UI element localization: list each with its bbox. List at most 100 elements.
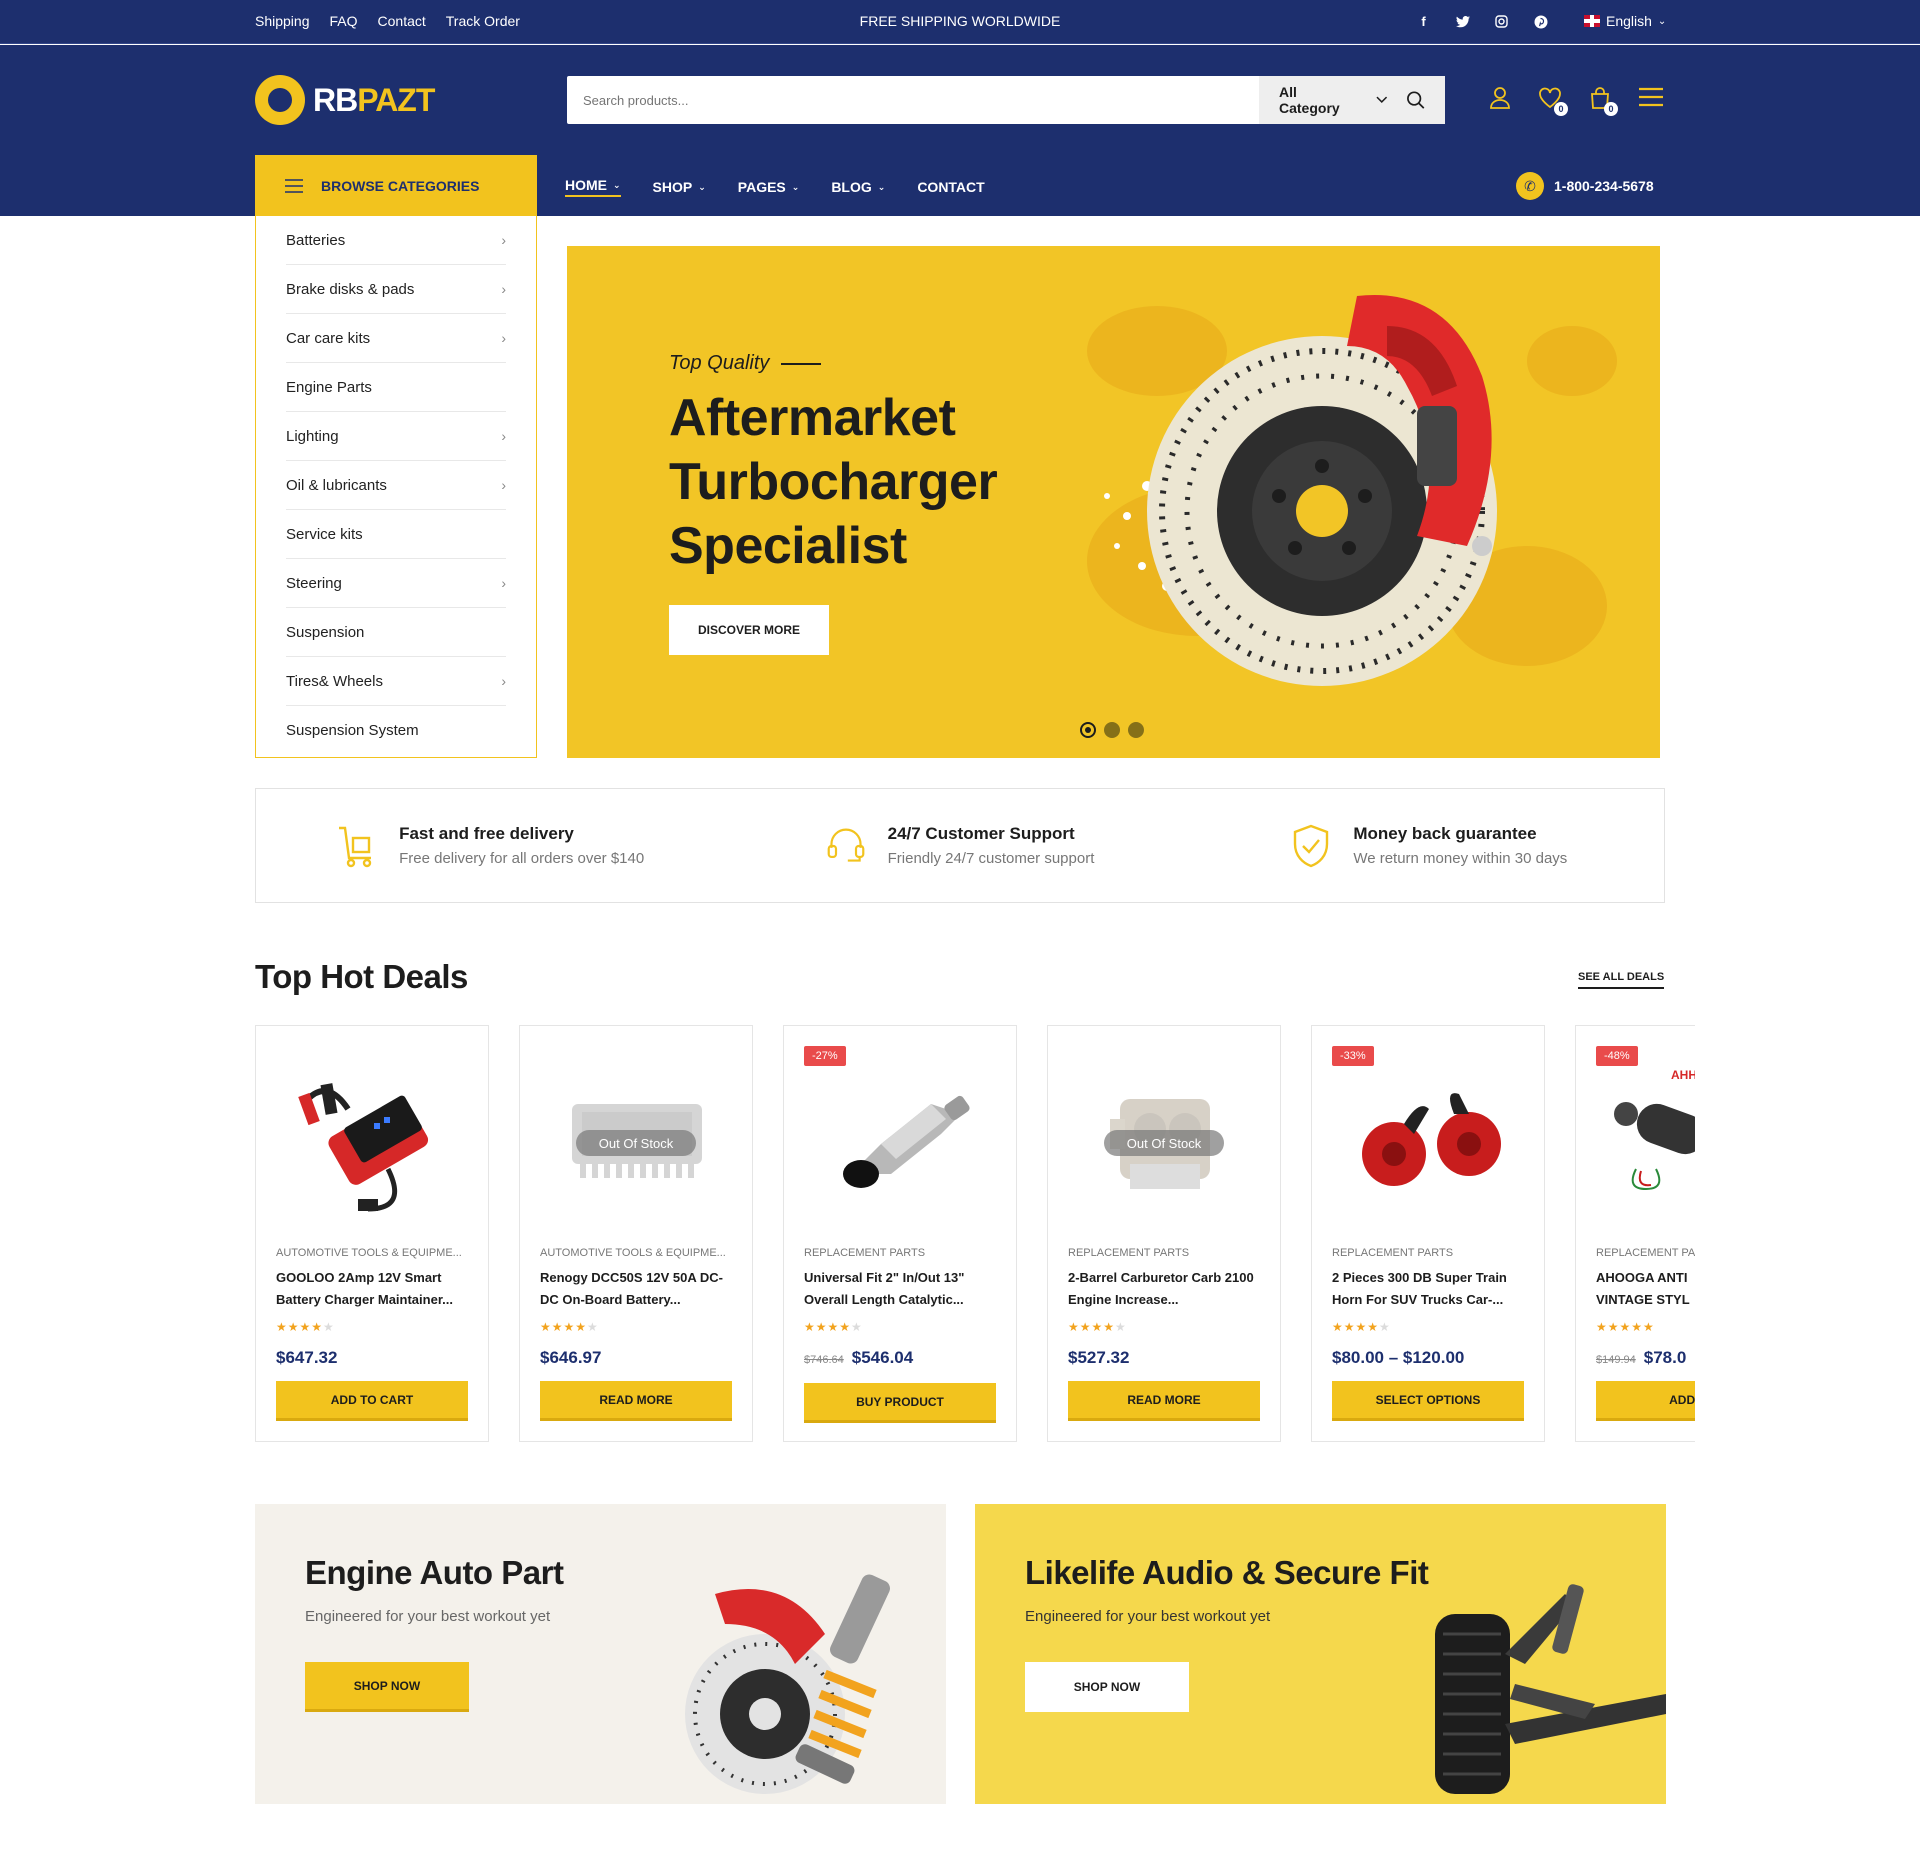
slide-dot-1[interactable] xyxy=(1080,722,1096,738)
chevron-down-icon: ⌄ xyxy=(877,181,886,192)
twitter-icon[interactable] xyxy=(1453,12,1472,31)
product-image[interactable] xyxy=(1596,1046,1695,1231)
banner-subtitle: Engineered for your best workout yet xyxy=(305,1608,551,1625)
nav-link-pages[interactable]: PAGES ⌄ xyxy=(738,177,800,197)
product-price: $647.32 xyxy=(276,1348,338,1367)
product-image[interactable] xyxy=(1332,1046,1526,1231)
star-empty-icon: ★ xyxy=(1379,1320,1391,1334)
horns-image xyxy=(1362,1092,1501,1186)
product-card[interactable]: -27% REPLACEMENT PARTS Universal Fit 2" … xyxy=(783,1025,1017,1442)
category-item[interactable]: Brake disks & pads › xyxy=(286,265,506,314)
nav-link-pages-label: PAGES xyxy=(737,179,786,195)
buy-product-button[interactable]: BUY PRODUCT xyxy=(804,1383,996,1423)
sale-badge: -33% xyxy=(1332,1046,1374,1066)
wishlist-count-badge: 0 xyxy=(1554,102,1568,116)
category-item[interactable]: Service kits xyxy=(286,510,506,559)
category-item[interactable]: Oil & lubricants › xyxy=(286,461,506,510)
category-item[interactable]: Steering › xyxy=(286,559,506,608)
category-select-label: All Category xyxy=(1279,84,1340,116)
star-half-icon: ★ xyxy=(311,1320,324,1334)
top-link-faq[interactable]: FAQ xyxy=(330,13,358,29)
promo-banner-engine: Engine Auto Part Engineered for your bes… xyxy=(255,1504,946,1804)
read-more-button[interactable]: READ MORE xyxy=(1068,1381,1260,1421)
feature-text: We return money within 30 days xyxy=(1353,850,1568,867)
shop-now-button[interactable]: SHOP NOW xyxy=(305,1662,469,1712)
category-item[interactable]: Car care kits › xyxy=(286,314,506,363)
top-link-shipping[interactable]: Shipping xyxy=(255,13,310,29)
add-to-cart-button[interactable]: ADD TO xyxy=(1596,1381,1695,1421)
category-label: Steering xyxy=(286,574,342,592)
star-empty-icon: ★ xyxy=(1115,1320,1127,1334)
cart-bag-icon[interactable]: 0 xyxy=(1588,86,1618,116)
delivery-cart-icon xyxy=(339,826,372,867)
nav-link-home[interactable]: HOME ⌄ xyxy=(565,177,621,197)
shop-now-button[interactable]: SHOP NOW xyxy=(1025,1662,1189,1712)
site-logo[interactable]: RBPAZT xyxy=(255,75,435,125)
product-image[interactable] xyxy=(804,1046,998,1231)
product-rating: ★★★★★ xyxy=(804,1320,863,1334)
product-image[interactable] xyxy=(276,1046,470,1231)
category-item[interactable]: Suspension xyxy=(286,608,506,657)
instagram-icon[interactable] xyxy=(1492,12,1511,31)
product-sale-price: $78.0 xyxy=(1643,1348,1687,1367)
phone-contact[interactable]: ✆ 1-800-234-5678 xyxy=(1516,172,1654,200)
category-item[interactable]: Lighting › xyxy=(286,412,506,461)
nav-link-shop-label: SHOP xyxy=(652,179,693,195)
product-name[interactable]: Renogy DCC50S 12V 50A DC-DC On-Board Bat… xyxy=(540,1267,734,1311)
product-card[interactable]: -48% AHH REPLACEMENT PA AHOOGA ANTI VINT… xyxy=(1575,1025,1695,1442)
product-card[interactable]: Out Of Stock AUTOMOTIVE TOOLS & EQUIPME.… xyxy=(519,1025,753,1442)
logo-text: RBPAZT xyxy=(313,82,435,119)
nav-link-shop[interactable]: SHOP ⌄ xyxy=(653,177,706,197)
product-price: $527.32 xyxy=(1068,1348,1130,1367)
cart-count-badge: 0 xyxy=(1604,102,1618,116)
logo-gear-icon xyxy=(255,75,305,125)
language-selector[interactable]: English ⌄ xyxy=(1584,13,1666,29)
product-card[interactable]: Out Of Stock REPLACEMENT PARTS 2-Barrel … xyxy=(1047,1025,1281,1442)
chevron-down-icon: ⌄ xyxy=(791,181,800,192)
wishlist-heart-icon[interactable]: 0 xyxy=(1538,86,1568,116)
select-options-button[interactable]: SELECT OPTIONS xyxy=(1332,1381,1524,1421)
hamburger-menu-icon[interactable] xyxy=(1638,86,1663,110)
category-item[interactable]: Suspension System xyxy=(286,706,506,755)
top-link-contact[interactable]: Contact xyxy=(378,13,426,29)
user-icon[interactable] xyxy=(1488,86,1512,110)
brake-shock-image xyxy=(685,1574,890,1794)
category-item[interactable]: Batteries › xyxy=(286,216,506,265)
star-half-icon: ★ xyxy=(1643,1320,1655,1334)
read-more-button[interactable]: READ MORE xyxy=(540,1381,732,1421)
browse-categories-button[interactable]: BROWSE CATEGORIES xyxy=(255,155,537,216)
product-name[interactable]: AHOOGA ANTI VINTAGE STYL xyxy=(1596,1267,1695,1311)
nav-link-blog-label: BLOG xyxy=(831,179,872,195)
language-label: English xyxy=(1606,13,1652,29)
category-label: Suspension xyxy=(286,623,365,641)
product-name[interactable]: Universal Fit 2" In/Out 13" Overall Leng… xyxy=(804,1267,998,1311)
pinterest-icon[interactable] xyxy=(1531,12,1550,31)
product-name[interactable]: 2 Pieces 300 DB Super Train Horn For SUV… xyxy=(1332,1267,1526,1311)
product-name[interactable]: 2-Barrel Carburetor Carb 2100 Engine Inc… xyxy=(1068,1267,1262,1311)
nav-link-blog[interactable]: BLOG ⌄ xyxy=(831,177,885,197)
top-link-track-order[interactable]: Track Order xyxy=(446,13,520,29)
slide-dot-3[interactable] xyxy=(1128,722,1144,738)
product-name[interactable]: GOOLOO 2Amp 12V Smart Battery Charger Ma… xyxy=(276,1267,470,1311)
add-to-cart-button[interactable]: ADD TO CART xyxy=(276,1381,468,1421)
product-card[interactable]: AUTOMOTIVE TOOLS & EQUIPME... GOOLOO 2Am… xyxy=(255,1025,489,1442)
discover-more-button[interactable]: DISCOVER MORE xyxy=(669,605,829,655)
category-item[interactable]: Tires& Wheels › xyxy=(286,657,506,706)
see-all-deals-link[interactable]: SEE ALL DEALS xyxy=(1578,971,1665,989)
main-nav: BROWSE CATEGORIES HOME ⌄ SHOP ⌄ PAGES ⌄ BLO… xyxy=(0,155,1920,216)
facebook-icon[interactable]: f xyxy=(1414,12,1433,31)
search-input[interactable] xyxy=(567,76,1259,124)
banner-subtitle: Engineered for your best workout yet xyxy=(1025,1608,1271,1625)
category-select[interactable]: All Category xyxy=(1259,76,1445,124)
sale-badge: -48% xyxy=(1596,1046,1638,1066)
category-label: Oil & lubricants xyxy=(286,476,387,494)
category-item[interactable]: Engine Parts xyxy=(286,363,506,412)
nav-link-contact-label: CONTACT xyxy=(917,179,985,195)
slide-dot-2[interactable] xyxy=(1104,722,1120,738)
product-card[interactable]: -33% REPLACEMENT PARTS 2 Pieces 300 DB S… xyxy=(1311,1025,1545,1442)
product-rating: ★★★★★ xyxy=(1596,1320,1655,1334)
brake-disc-image xyxy=(1104,295,1497,686)
nav-link-contact[interactable]: CONTACT xyxy=(917,177,984,197)
search-icon[interactable] xyxy=(1406,90,1425,110)
chevron-right-icon: › xyxy=(501,673,506,689)
